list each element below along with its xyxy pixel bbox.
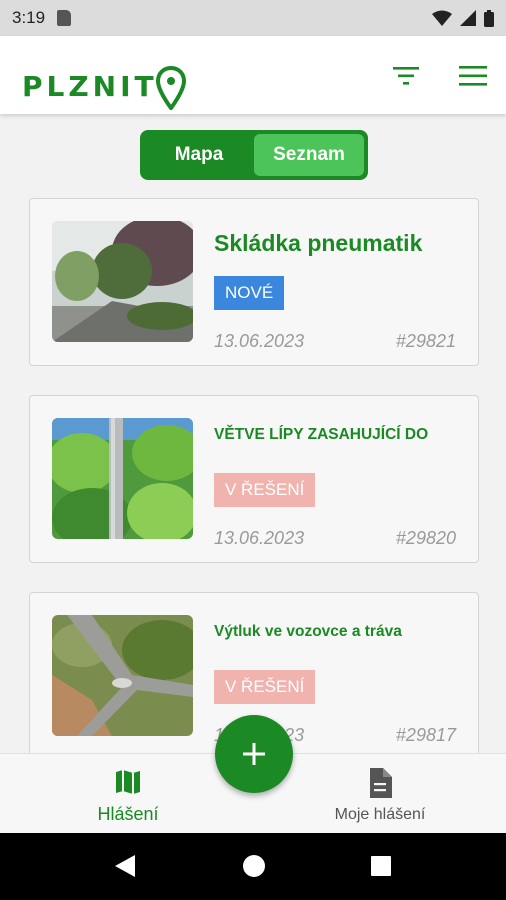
report-id: #29821 [395,331,456,351]
report-title: Skládka pneumatik [214,230,423,256]
plus-icon [243,743,265,765]
report-date: 13.06.2023 [214,331,305,351]
filter-button[interactable] [388,62,424,90]
status-badge: V ŘEŠENÍ [214,473,316,507]
report-date: 13.06.2023 [214,528,305,548]
report-card[interactable]: VĚTVE LÍPY ZASAHUJÍCÍ DO V ŘEŠENÍ 13.06.… [29,395,479,563]
nav-label-my-reports: Moje hlášení [334,806,426,823]
nav-label-reports: Hlášení [97,804,159,824]
wifi-icon [432,10,452,26]
document-icon [370,768,392,798]
view-toggle: Mapa Seznam [140,130,368,180]
report-thumbnail [52,418,193,539]
status-time: 3:19 [12,8,46,27]
app-bar: PLZNIT [0,36,506,114]
toggle-list[interactable]: Seznam [254,134,364,176]
back-icon[interactable] [113,853,137,879]
map-icon [116,770,140,794]
cellular-icon [460,10,476,26]
report-card[interactable]: Skládka pneumatik NOVÉ 13.06.2023 #29821 [29,198,479,366]
hamburger-menu-icon [459,66,487,86]
logo-text: PLZNIT [22,69,158,103]
report-title: Výtluk ve vozovce a tráva [214,623,402,640]
filter-icon [393,67,419,85]
menu-button[interactable] [455,60,491,92]
report-thumbnail [52,221,193,342]
system-navigation-bar [0,833,506,900]
nav-item-my-reports[interactable]: Moje hlášení [320,768,440,824]
status-badge: V ŘEŠENÍ [214,670,316,704]
report-title: VĚTVE LÍPY ZASAHUJÍCÍ DO [214,426,429,443]
home-icon[interactable] [242,853,266,879]
sd-card-icon [57,10,72,26]
location-pin-icon [155,66,186,110]
report-id: #29820 [395,528,456,548]
report-list: Skládka pneumatik NOVÉ 13.06.2023 #29821… [0,198,506,753]
status-bar: 3:19 [0,0,506,36]
recents-icon[interactable] [369,853,393,879]
toggle-map[interactable]: Mapa [144,134,254,176]
battery-icon [484,9,494,27]
nav-item-reports[interactable]: Hlášení [88,768,168,825]
add-report-button[interactable] [215,715,293,793]
report-thumbnail [52,615,193,736]
status-badge: NOVÉ [214,276,285,310]
app-logo: PLZNIT [22,62,186,110]
report-id: #29817 [395,725,456,745]
